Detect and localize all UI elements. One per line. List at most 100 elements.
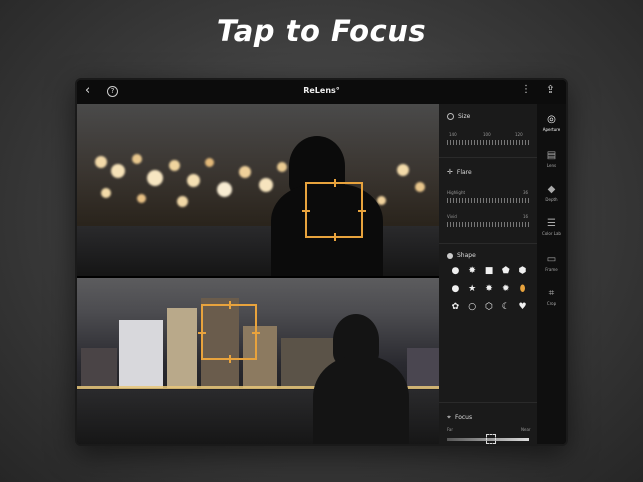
focus-far-label: Far <box>447 427 454 432</box>
bokeh-light <box>147 170 163 186</box>
highlight-label: Highlight <box>447 190 466 195</box>
bokeh-light <box>205 158 214 167</box>
flare-label: Flare <box>456 168 472 176</box>
focus-tick <box>229 301 231 309</box>
size-icon <box>447 113 454 120</box>
tool-label: Crop <box>546 301 557 306</box>
shape-grid: ● ✸ ■ ⬟ ⬢ ● ★ ✸ ✹ ⬮ ✿ ○ ⬡ ☾ ♥ <box>447 266 531 312</box>
shape-option-icon[interactable]: ⬮ <box>514 284 531 294</box>
tool-color-lab[interactable]: ☰ Color Lab <box>537 218 566 236</box>
tool-label: Depth <box>545 197 558 202</box>
app-brand: ReLens° <box>77 86 566 95</box>
shape-option-icon[interactable]: ★ <box>464 284 481 294</box>
bokeh-light <box>137 194 146 203</box>
depth-icon: ◆ <box>547 184 556 195</box>
focus-near-label: Near <box>521 427 531 432</box>
bokeh-light <box>95 156 107 168</box>
focus-tick <box>334 233 336 241</box>
shape-option-icon[interactable]: ☾ <box>497 302 514 312</box>
crop-icon: ⌗ <box>548 288 555 299</box>
lens-icon: ▤ <box>546 150 557 161</box>
share-icon[interactable]: ⇪ <box>546 83 555 96</box>
focus-tick <box>302 210 310 212</box>
building <box>407 348 439 388</box>
shape-option-icon[interactable]: ○ <box>464 302 481 312</box>
building <box>167 308 197 388</box>
tool-frame[interactable]: ▭ Frame <box>537 254 566 272</box>
shape-option-icon[interactable]: ♥ <box>514 302 531 312</box>
photo-portrait[interactable] <box>77 104 439 276</box>
vivid-slider[interactable] <box>447 222 529 227</box>
shape-option-icon[interactable]: ● <box>447 266 464 276</box>
focus-indicator[interactable] <box>198 301 260 363</box>
tool-depth[interactable]: ◆ Depth <box>537 184 566 202</box>
focus-icon: ⌖ <box>447 413 451 421</box>
size-slider[interactable] <box>447 140 529 145</box>
vivid-value: 16 <box>523 214 529 219</box>
bokeh-light <box>111 164 125 178</box>
bokeh-light <box>217 182 232 197</box>
focus-tick <box>358 210 366 212</box>
color-lab-icon: ☰ <box>547 218 556 229</box>
shape-title: Shape <box>447 252 476 259</box>
headline: Tap to Focus <box>216 14 427 48</box>
focus-label: Focus <box>454 414 473 421</box>
tool-crop[interactable]: ⌗ Crop <box>537 288 566 306</box>
tool-lens[interactable]: ▤ Lens <box>537 150 566 168</box>
bokeh-light <box>177 196 188 207</box>
tablet-frame: ‹ ? ReLens° ⋮ ⇪ Size 140 100 120 ✛ Flare… <box>75 78 568 446</box>
brand-mark: ° <box>335 86 340 95</box>
flare-icon: ✛ <box>447 168 453 176</box>
vivid-label: Vivid <box>447 214 457 219</box>
bokeh-light <box>397 164 409 176</box>
building <box>81 348 117 388</box>
tool-label: Aperture <box>542 127 561 132</box>
tool-label: Color Lab <box>542 231 561 236</box>
tool-aperture[interactable]: ◎ Aperture <box>537 114 566 132</box>
shape-option-icon[interactable]: ● <box>447 284 464 294</box>
flare-section: ✛ Flare Highlight 36 Vivid 16 <box>439 158 537 244</box>
bokeh-light <box>239 166 251 178</box>
brand-name: ReLens <box>303 86 336 95</box>
bokeh-light <box>277 162 287 172</box>
focus-tick <box>229 355 231 363</box>
focus-slider-handle[interactable] <box>486 434 496 444</box>
bokeh-light <box>415 182 425 192</box>
shape-option-icon[interactable]: ✸ <box>464 266 481 276</box>
focus-tick <box>334 179 336 187</box>
size-section: Size 140 100 120 <box>439 104 537 158</box>
size-label: Size <box>458 113 471 120</box>
person-body <box>313 356 409 444</box>
tool-label: Frame <box>545 267 558 272</box>
photo-skyline[interactable] <box>77 278 439 444</box>
focus-tick <box>198 332 206 334</box>
shape-option-icon[interactable]: ⬢ <box>514 266 531 276</box>
shape-icon <box>447 252 453 259</box>
bokeh-light <box>259 178 273 192</box>
bokeh-light <box>101 188 111 198</box>
shape-label: Shape <box>457 252 476 259</box>
shape-option-icon[interactable]: ✸ <box>481 284 498 294</box>
size-tick-label: 140 <box>449 132 457 137</box>
tool-label: Lens <box>546 163 557 168</box>
shape-option-icon[interactable]: ⬟ <box>497 266 514 276</box>
shape-option-icon[interactable]: ✿ <box>447 302 464 312</box>
size-tick-label: 100 <box>483 132 491 137</box>
building <box>119 320 163 388</box>
more-options-icon[interactable]: ⋮ <box>521 84 531 95</box>
bokeh-light <box>169 160 180 171</box>
size-title: Size <box>447 113 470 120</box>
focus-tick <box>252 332 260 334</box>
flare-title: ✛ Flare <box>447 168 472 176</box>
highlight-slider[interactable] <box>447 198 529 203</box>
shape-option-icon[interactable]: ⬡ <box>481 302 498 312</box>
bokeh-light <box>187 174 200 187</box>
shape-option-icon[interactable]: ■ <box>481 266 498 276</box>
tool-rail: ◎ Aperture ▤ Lens ◆ Depth ☰ Color Lab ▭ Frame ⌗ Cro… <box>537 104 566 444</box>
size-tick-label: 120 <box>515 132 523 137</box>
shape-option-icon[interactable]: ✹ <box>497 284 514 294</box>
focus-indicator[interactable] <box>302 179 366 241</box>
focus-title: ⌖ Focus <box>447 413 472 422</box>
top-bar: ‹ ? ReLens° ⋮ ⇪ <box>77 80 566 104</box>
aperture-icon: ◎ <box>547 114 556 125</box>
